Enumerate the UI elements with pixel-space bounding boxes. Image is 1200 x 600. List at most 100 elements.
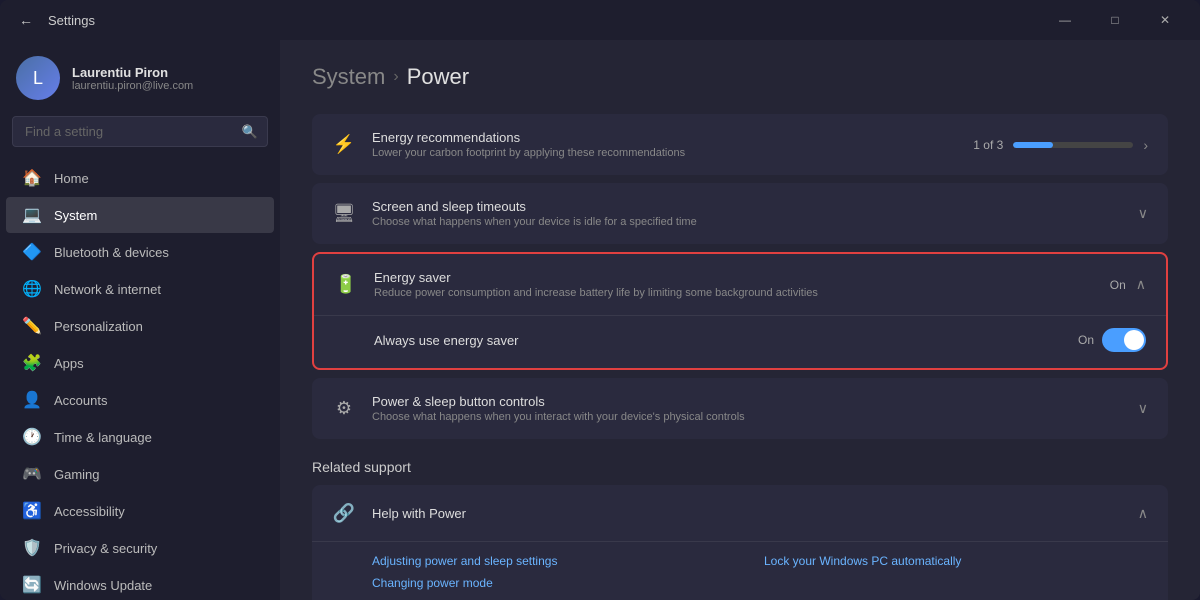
sidebar: L Laurentiu Piron laurentiu.piron@live.c… (0, 40, 280, 600)
bluetooth-icon: 🔷 (22, 242, 42, 262)
help-title: Help with Power (372, 506, 1122, 521)
breadcrumb-parent: System (312, 64, 385, 90)
power-sleep-title: Power & sleep button controls (372, 394, 1122, 409)
avatar: L (16, 56, 60, 100)
window-controls: — □ ✕ (1042, 4, 1188, 36)
user-name: Laurentiu Piron (72, 65, 264, 80)
energy-saver-right: On ∧ (1110, 276, 1146, 293)
help-card: 🔗 Help with Power ∧ Adjusting power and … (312, 485, 1168, 600)
sidebar-label-accessibility: Accessibility (54, 504, 125, 519)
help-header[interactable]: 🔗 Help with Power ∧ (312, 485, 1168, 541)
maximize-button[interactable]: □ (1092, 4, 1138, 36)
sidebar-label-bluetooth: Bluetooth & devices (54, 245, 169, 260)
close-button[interactable]: ✕ (1142, 4, 1188, 36)
sidebar-label-accounts: Accounts (54, 393, 107, 408)
power-sleep-row[interactable]: ⚙ Power & sleep button controls Choose w… (312, 378, 1168, 439)
gaming-icon: 🎮 (22, 464, 42, 484)
power-sleep-desc: Choose what happens when you interact wi… (372, 411, 1122, 423)
help-icon: 🔗 (332, 501, 356, 525)
sidebar-item-personalization[interactable]: ✏️ Personalization (6, 308, 274, 344)
always-use-label: Always use energy saver (374, 333, 519, 348)
titlebar-title: Settings (48, 13, 1042, 28)
toggle-wrap: On (1078, 328, 1146, 352)
energy-saver-chevron-up-icon: ∧ (1136, 276, 1146, 293)
toggle-on-label: On (1078, 333, 1094, 347)
sidebar-item-apps[interactable]: 🧩 Apps (6, 345, 274, 381)
energy-recommendations-card: ⚡ Energy recommendations Lower your carb… (312, 114, 1168, 175)
user-email: laurentiu.piron@live.com (72, 80, 264, 92)
sidebar-item-system[interactable]: 💻 System (6, 197, 274, 233)
help-link[interactable]: Lock your Windows PC automatically (764, 554, 1148, 568)
energy-rec-right: 1 of 3 › (973, 137, 1148, 153)
screen-sleep-right: ∨ (1138, 205, 1148, 222)
personalization-icon: ✏️ (22, 316, 42, 336)
screen-icon: 🖥 (332, 202, 356, 226)
sidebar-item-home[interactable]: 🏠 Home (6, 160, 274, 196)
energy-saver-header[interactable]: 🔋 Energy saver Reduce power consumption … (314, 254, 1166, 315)
screen-sleep-title: Screen and sleep timeouts (372, 199, 1122, 214)
chevron-down-icon: ∨ (1138, 205, 1148, 222)
sidebar-label-home: Home (54, 171, 89, 186)
energy-saver-toggle[interactable] (1102, 328, 1146, 352)
screen-sleep-text: Screen and sleep timeouts Choose what ha… (372, 199, 1122, 228)
back-button[interactable]: ← (12, 6, 40, 34)
nav-list: 🏠 Home 💻 System 🔷 Bluetooth & devices 🌐 … (0, 159, 280, 600)
help-link[interactable]: Adjusting power and sleep settings (372, 554, 756, 568)
power-sleep-card: ⚙ Power & sleep button controls Choose w… (312, 378, 1168, 439)
settings-window: ← Settings — □ ✕ L Laurentiu Piron (0, 0, 1200, 600)
sidebar-label-apps: Apps (54, 356, 84, 371)
sidebar-item-accounts[interactable]: 👤 Accounts (6, 382, 274, 418)
power-sleep-right: ∨ (1138, 400, 1148, 417)
screen-sleep-card: 🖥 Screen and sleep timeouts Choose what … (312, 183, 1168, 244)
sidebar-label-windows-update: Windows Update (54, 578, 152, 593)
help-title-text: Help with Power (372, 506, 1122, 521)
sidebar-label-personalization: Personalization (54, 319, 143, 334)
search-input[interactable] (12, 116, 268, 147)
help-link[interactable]: Changing power mode (372, 576, 756, 590)
energy-rec-desc: Lower your carbon footprint by applying … (372, 147, 957, 159)
sidebar-label-privacy: Privacy & security (54, 541, 157, 556)
sidebar-item-gaming[interactable]: 🎮 Gaming (6, 456, 274, 492)
energy-recommendations-row[interactable]: ⚡ Energy recommendations Lower your carb… (312, 114, 1168, 175)
sidebar-item-accessibility[interactable]: ♿ Accessibility (6, 493, 274, 529)
breadcrumb-current: Power (407, 64, 469, 90)
sidebar-item-windows-update[interactable]: 🔄 Windows Update (6, 567, 274, 600)
windows-update-icon: 🔄 (22, 575, 42, 595)
chevron-right-icon: › (1143, 137, 1148, 153)
help-chevron-up-icon: ∧ (1138, 505, 1148, 522)
energy-saver-text: Energy saver Reduce power consumption an… (374, 270, 1094, 299)
energy-saver-title: Energy saver (374, 270, 1094, 285)
progress-bar (1013, 142, 1133, 148)
related-support-title: Related support (312, 459, 1168, 475)
help-links: Adjusting power and sleep settings Lock y… (312, 541, 1168, 600)
power-sleep-text: Power & sleep button controls Choose wha… (372, 394, 1122, 423)
system-icon: 💻 (22, 205, 42, 225)
energy-rec-progress-text: 1 of 3 (973, 138, 1003, 152)
time-icon: 🕐 (22, 427, 42, 447)
sidebar-item-privacy[interactable]: 🛡️ Privacy & security (6, 530, 274, 566)
apps-icon: 🧩 (22, 353, 42, 373)
energy-rec-icon: ⚡ (332, 133, 356, 157)
power-sleep-chevron-icon: ∨ (1138, 400, 1148, 417)
network-icon: 🌐 (22, 279, 42, 299)
energy-saver-card: 🔋 Energy saver Reduce power consumption … (312, 252, 1168, 370)
breadcrumb-separator: › (393, 68, 398, 86)
privacy-icon: 🛡️ (22, 538, 42, 558)
screen-sleep-row[interactable]: 🖥 Screen and sleep timeouts Choose what … (312, 183, 1168, 244)
sidebar-item-network[interactable]: 🌐 Network & internet (6, 271, 274, 307)
content-area: L Laurentiu Piron laurentiu.piron@live.c… (0, 40, 1200, 600)
sidebar-label-time: Time & language (54, 430, 152, 445)
sidebar-label-system: System (54, 208, 97, 223)
user-section[interactable]: L Laurentiu Piron laurentiu.piron@live.c… (0, 40, 280, 112)
energy-rec-text: Energy recommendations Lower your carbon… (372, 130, 957, 159)
sidebar-item-bluetooth[interactable]: 🔷 Bluetooth & devices (6, 234, 274, 270)
help-right: ∧ (1138, 505, 1148, 522)
main-content: System › Power ⚡ Energy recommendations … (280, 40, 1200, 600)
minimize-button[interactable]: — (1042, 4, 1088, 36)
search-box: 🔍 (12, 116, 268, 147)
user-info: Laurentiu Piron laurentiu.piron@live.com (72, 65, 264, 92)
search-icon: 🔍 (242, 124, 258, 140)
sidebar-label-network: Network & internet (54, 282, 161, 297)
sidebar-item-time[interactable]: 🕐 Time & language (6, 419, 274, 455)
progress-fill (1013, 142, 1053, 148)
